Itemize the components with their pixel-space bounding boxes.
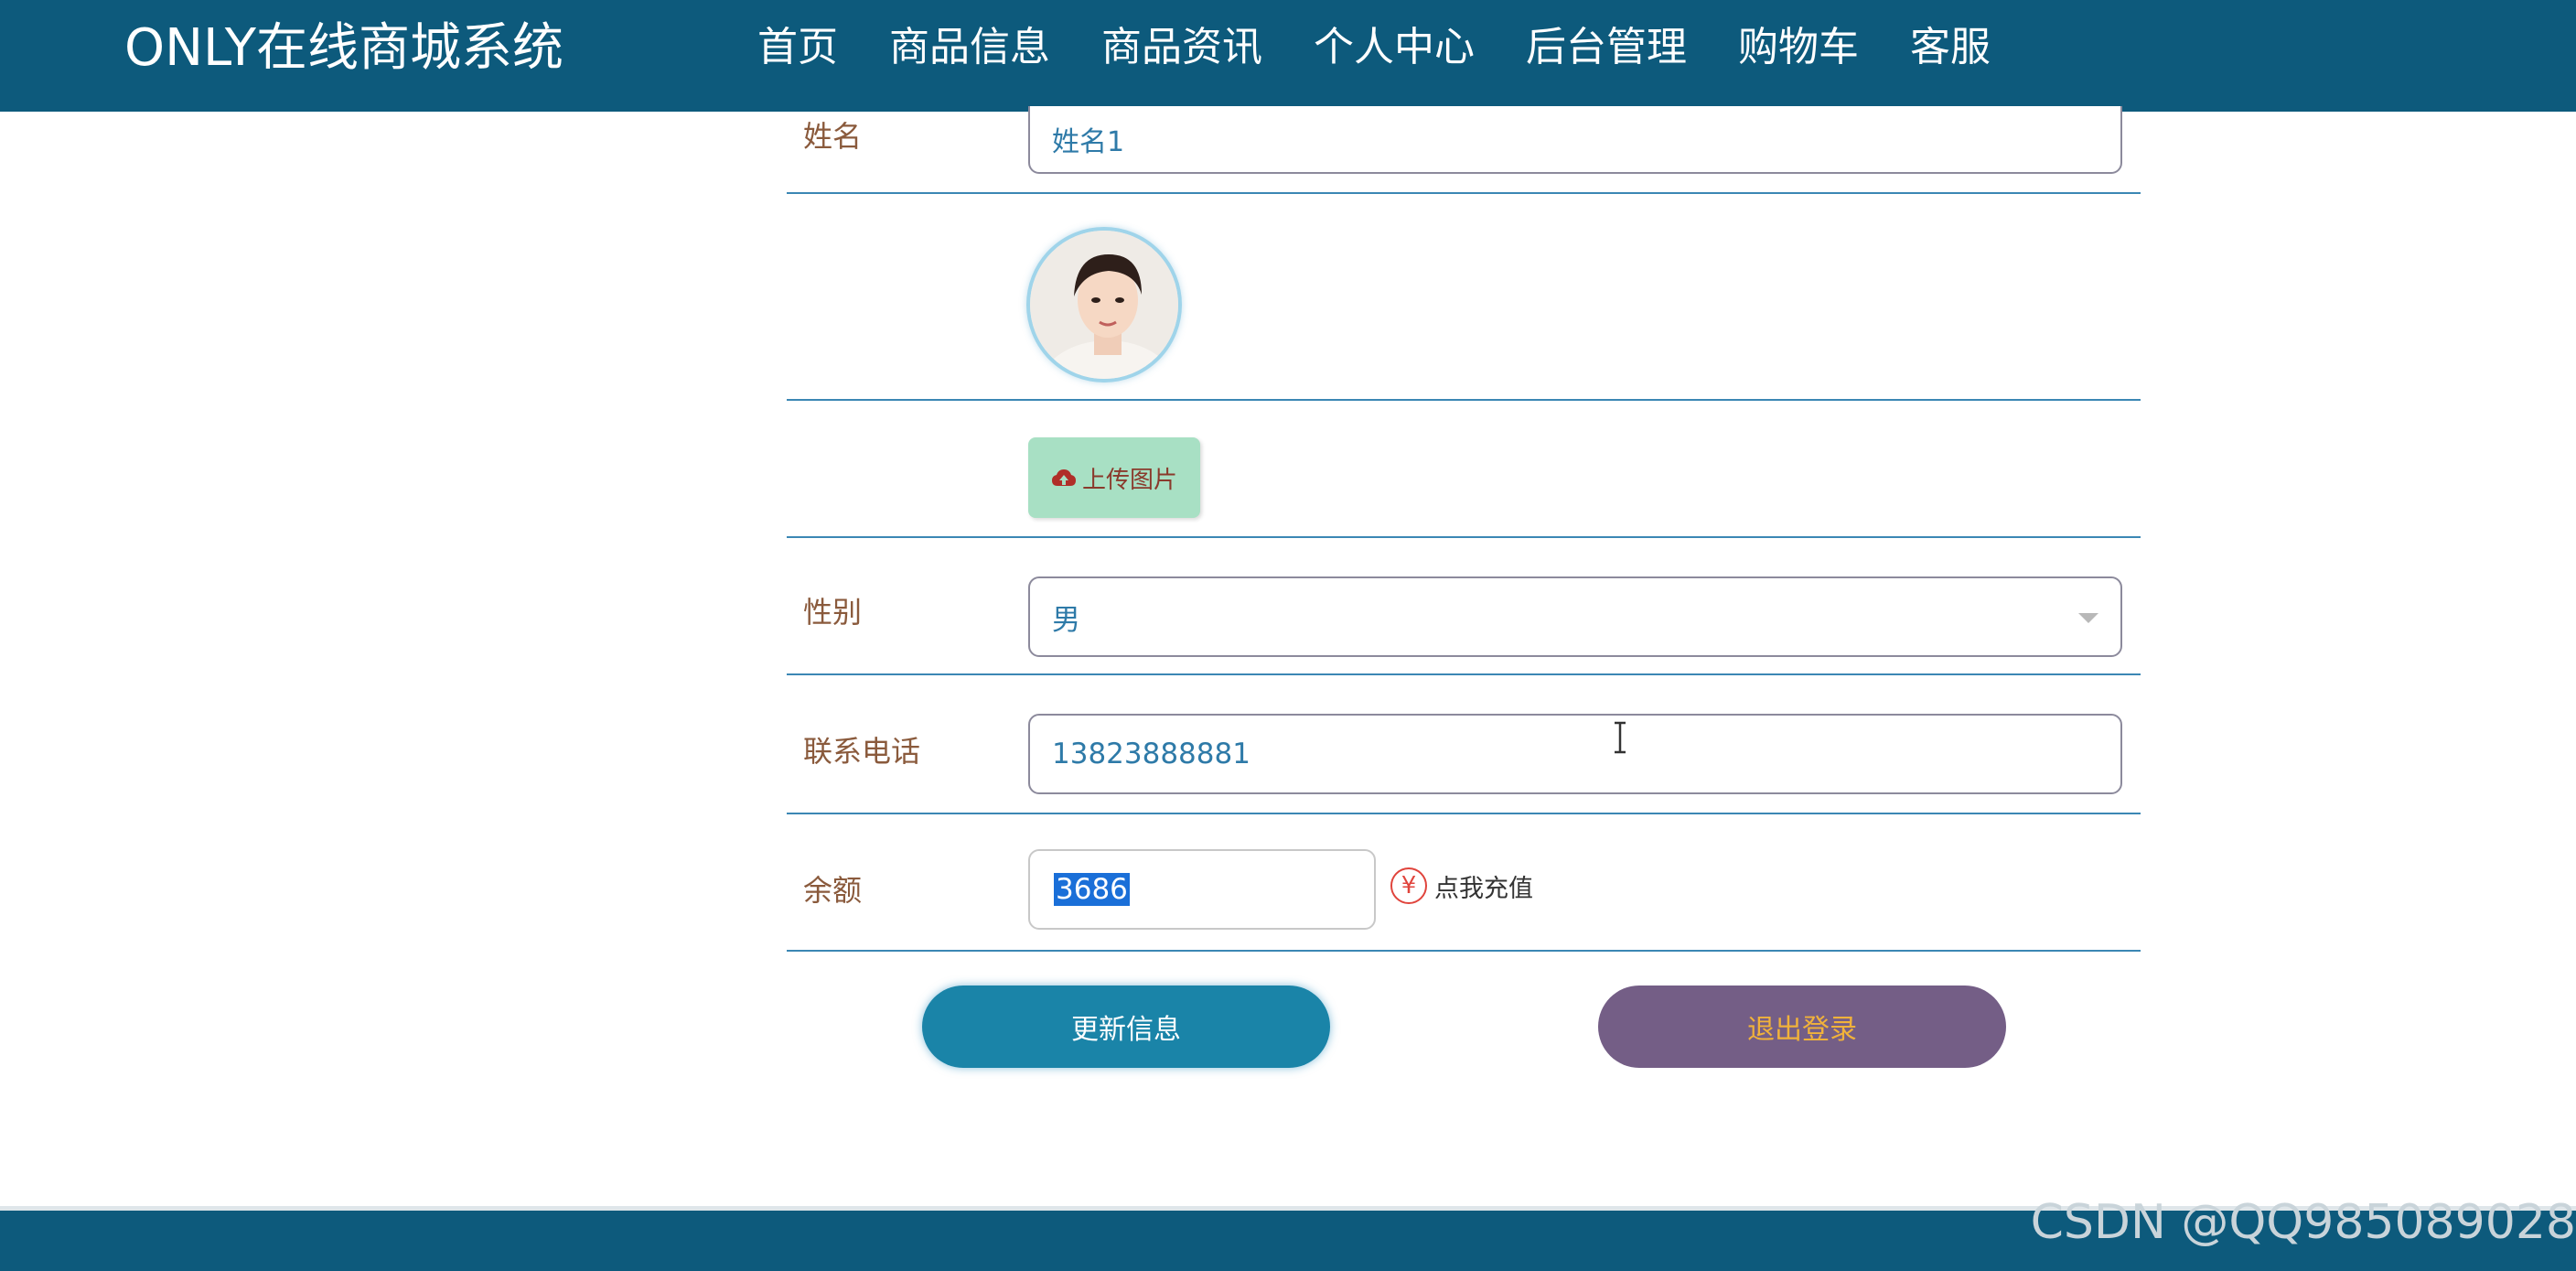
balance-row: 余额 3686 ¥ 点我充值 xyxy=(787,816,2141,952)
balance-input[interactable]: 3686 xyxy=(1028,849,1376,930)
recharge-link[interactable]: ¥ 点我充值 xyxy=(1390,867,1533,904)
name-value: 姓名1 xyxy=(1052,126,1125,158)
name-label: 姓名 xyxy=(803,119,863,154)
upload-button[interactable]: 上传图片 xyxy=(1028,437,1200,518)
phone-label: 联系电话 xyxy=(803,734,921,769)
gender-select[interactable]: 男 xyxy=(1028,576,2122,657)
logout-button[interactable]: 退出登录 xyxy=(1598,986,2006,1068)
gender-label: 性别 xyxy=(803,595,863,630)
page: ONLY在线商城系统 首页 商品信息 商品资讯 个人中心 后台管理 购物车 客服… xyxy=(0,0,2576,1271)
yen-icon: ¥ xyxy=(1390,867,1427,904)
gender-value: 男 xyxy=(1052,603,1080,637)
phone-input[interactable]: 13823888881 xyxy=(1028,714,2122,794)
phone-value: 13823888881 xyxy=(1052,738,1250,770)
avatar xyxy=(1026,227,1182,382)
avatar-row xyxy=(787,196,2141,401)
avatar-image xyxy=(1030,231,1178,379)
balance-value: 3686 xyxy=(1054,873,1130,906)
watermark: CSDN @QQ985089028 xyxy=(2030,1195,2576,1250)
gender-row: 性别 男 xyxy=(787,540,2141,675)
site-title[interactable]: ONLY在线商城系统 xyxy=(124,16,564,81)
recharge-label: 点我充值 xyxy=(1434,874,1533,903)
text-cursor-icon xyxy=(1615,721,1626,754)
name-row: 姓名 姓名1 xyxy=(787,92,2141,194)
balance-label: 余额 xyxy=(803,873,863,908)
chevron-down-icon xyxy=(2078,613,2098,623)
phone-row: 联系电话 13823888881 xyxy=(787,677,2141,814)
name-input[interactable]: 姓名1 xyxy=(1028,106,2122,174)
upload-label: 上传图片 xyxy=(1081,466,1177,494)
update-info-button[interactable]: 更新信息 xyxy=(922,986,1330,1068)
cloud-upload-icon xyxy=(1051,469,1076,486)
upload-row: 上传图片 xyxy=(787,403,2141,538)
